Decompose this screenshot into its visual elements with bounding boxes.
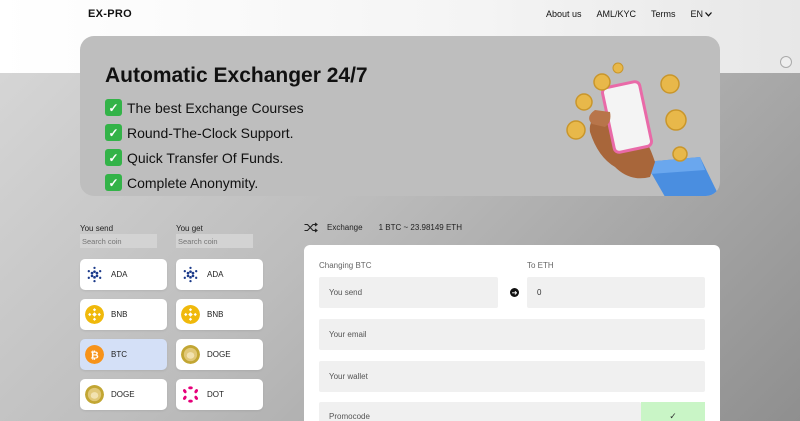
exchange-rate-line: Exchange 1 BTC ~ 23.98149 ETH (304, 222, 462, 233)
send-coin-btc[interactable]: ₿ BTC (80, 339, 167, 370)
email-field[interactable]: Your email (319, 319, 705, 350)
feature-item: ✓ Round-The-Clock Support. (105, 124, 294, 141)
hero-banner: Automatic Exchanger 24/7 ✓ The best Exch… (80, 36, 720, 196)
feature-item: ✓ Complete Anonymity. (105, 174, 258, 191)
you-get-label: You get (176, 224, 203, 233)
coin-name: BTC (111, 350, 127, 359)
main-nav: About us AML/KYC Terms EN (546, 9, 712, 19)
get-coin-search-input[interactable] (176, 234, 253, 248)
feature-text: Quick Transfer Of Funds. (127, 149, 284, 166)
wallet-field[interactable]: Your wallet (319, 361, 705, 392)
hero-title: Automatic Exchanger 24/7 (105, 64, 368, 87)
exchange-form-panel: Changing BTC To ETH You send ➜ 0 Your em… (304, 245, 720, 421)
promocode-apply-button[interactable]: ✓ (641, 402, 705, 421)
send-coin-search-input[interactable] (80, 234, 157, 248)
checkmark-icon: ✓ (105, 149, 122, 166)
send-amount-input[interactable]: You send (319, 277, 498, 308)
receive-amount-value: 0 (537, 288, 542, 297)
coin-name: DOGE (207, 350, 231, 359)
shuffle-icon[interactable] (304, 222, 318, 233)
dogecoin-icon (85, 385, 104, 404)
email-placeholder: Your email (329, 330, 367, 339)
send-amount-placeholder: You send (329, 288, 363, 297)
exchange-rate: 1 BTC ~ 23.98149 ETH (378, 223, 462, 232)
feature-text: Round-The-Clock Support. (127, 124, 294, 141)
send-coin-bnb[interactable]: BNB (80, 299, 167, 330)
get-coin-doge[interactable]: DOGE (176, 339, 263, 370)
coin-name: BNB (111, 310, 128, 319)
language-label: EN (690, 9, 703, 19)
bnb-icon (85, 305, 104, 324)
bnb-icon (181, 305, 200, 324)
get-coin-dot[interactable]: DOT (176, 379, 263, 410)
exchange-label: Exchange (327, 223, 363, 232)
wallet-placeholder: Your wallet (329, 372, 368, 381)
you-send-label: You send (80, 224, 114, 233)
receive-amount-input[interactable]: 0 (527, 277, 705, 308)
site-header: EX-PRO About us AML/KYC Terms EN (0, 0, 800, 28)
coin-name: ADA (207, 270, 224, 279)
checkmark-icon: ✓ (669, 410, 677, 421)
promocode-field[interactable]: Promocode (319, 402, 641, 421)
nav-about-us[interactable]: About us (546, 9, 582, 19)
polkadot-icon (181, 385, 200, 404)
send-coin-doge[interactable]: DOGE (80, 379, 167, 410)
get-coin-ada[interactable]: ADA (176, 259, 263, 290)
arrow-right-icon[interactable]: ➜ (510, 288, 519, 297)
dogecoin-icon (181, 345, 200, 364)
promocode-placeholder: Promocode (329, 411, 370, 421)
logo[interactable]: EX-PRO (88, 8, 132, 20)
language-selector[interactable]: EN (690, 9, 712, 19)
svg-text:₿: ₿ (90, 349, 99, 361)
feature-item: ✓ Quick Transfer Of Funds. (105, 149, 283, 166)
get-coin-bnb[interactable]: BNB (176, 299, 263, 330)
checkmark-icon: ✓ (105, 99, 122, 116)
nav-terms[interactable]: Terms (651, 9, 676, 19)
checkmark-icon: ✓ (105, 174, 122, 191)
chevron-down-icon (705, 11, 712, 17)
cardano-icon (85, 265, 104, 284)
send-coin-ada[interactable]: ADA (80, 259, 167, 290)
coin-name: DOT (207, 390, 224, 399)
cardano-icon (181, 265, 200, 284)
coin-name: ADA (111, 270, 128, 279)
hand-phone-coins-illustration (566, 62, 720, 196)
feature-item: ✓ The best Exchange Courses (105, 99, 304, 116)
to-label: To ETH (527, 261, 554, 270)
feature-text: Complete Anonymity. (127, 174, 259, 191)
changing-label: Changing BTC (319, 261, 372, 270)
coin-name: DOGE (111, 390, 135, 399)
feature-text: The best Exchange Courses (127, 99, 304, 116)
scroll-toggle-button[interactable] (780, 56, 792, 68)
checkmark-icon: ✓ (105, 124, 122, 141)
coin-name: BNB (207, 310, 224, 319)
bitcoin-icon: ₿ (85, 345, 104, 364)
nav-aml-kyc[interactable]: AML/KYC (596, 9, 636, 19)
